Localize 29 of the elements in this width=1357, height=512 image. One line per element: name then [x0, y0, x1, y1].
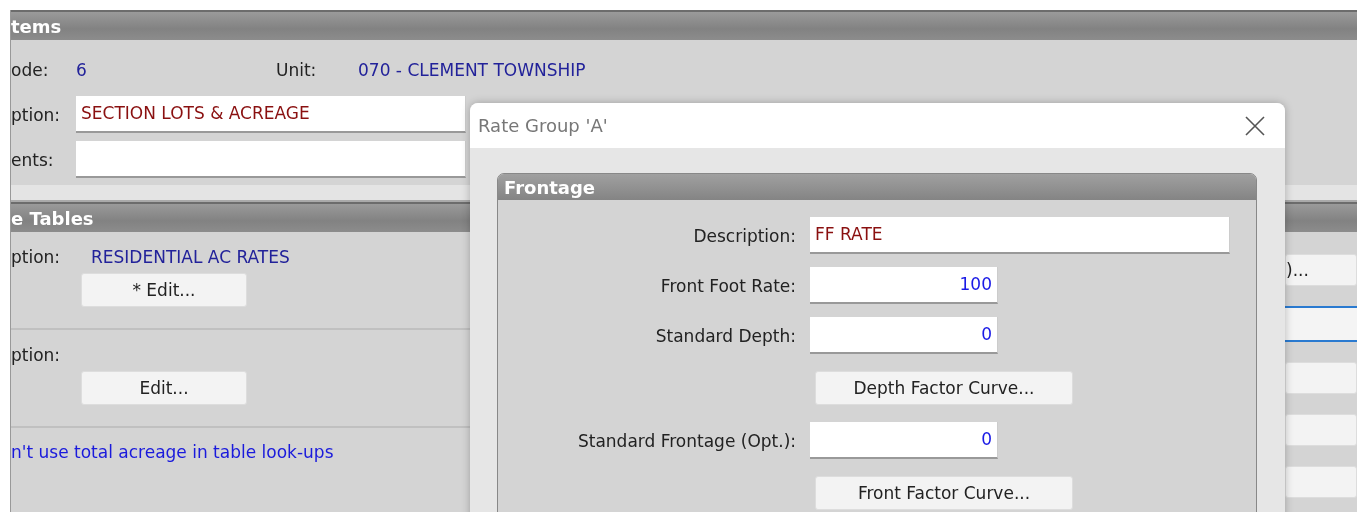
field-label: Front Foot Rate: [659, 275, 797, 296]
group-title: Frontage [498, 174, 1256, 200]
input-field[interactable]: SECTION LOTS & ACREAGE [76, 96, 466, 133]
field-label: ents: [11, 149, 55, 170]
close-icon[interactable] [1245, 115, 1265, 136]
field-value: 6 [76, 60, 88, 80]
field-label: ption: [11, 247, 62, 267]
input-field[interactable]: 100 [810, 267, 998, 304]
input-field[interactable]: 0 [810, 422, 998, 459]
curve-button[interactable]: Front Factor Curve... [815, 476, 1073, 510]
edit-button[interactable]: Edit... [81, 371, 247, 405]
curve-button[interactable]: Depth Factor Curve... [815, 371, 1073, 405]
field-value: RESIDENTIAL AC RATES [91, 247, 290, 267]
button[interactable]: )... [1285, 254, 1357, 286]
window-title: Rate Group 'A' [478, 115, 608, 136]
field-label: ption: [11, 104, 62, 125]
input-field[interactable] [1285, 306, 1357, 342]
input-field[interactable]: 0 [810, 317, 998, 354]
field-label: Standard Frontage (Opt.): [576, 430, 797, 451]
field-value: 070 - CLEMENT TOWNSHIP [358, 60, 586, 80]
field-label: Unit: [276, 60, 318, 80]
edit-button[interactable]: * Edit... [81, 273, 247, 307]
input-field[interactable] [76, 141, 466, 178]
section-header: tems [11, 10, 1357, 40]
field-label: Standard Depth: [654, 325, 797, 346]
field-label: ode: [11, 60, 50, 80]
input-field[interactable]: FF RATE [810, 217, 1230, 254]
note-text: n't use total acreage in table look-ups [11, 442, 334, 462]
field-label: ption: [11, 345, 62, 365]
